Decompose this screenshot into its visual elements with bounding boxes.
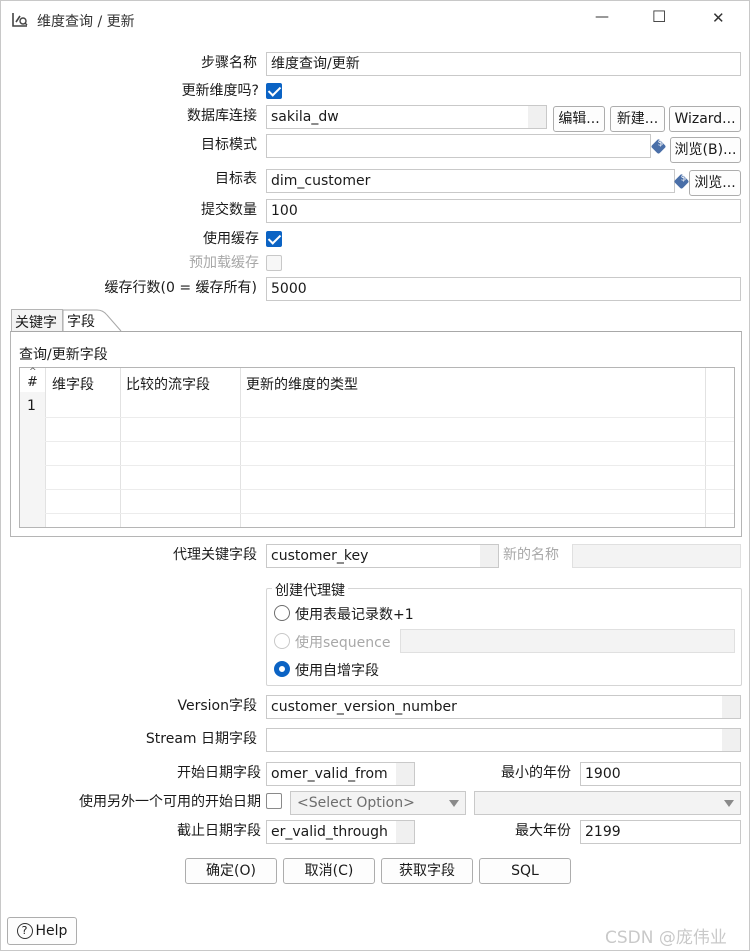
version-field-label: Version字段 — [177, 698, 257, 714]
preload-cache-label: 预加载缓存 — [189, 255, 259, 271]
target-table-label: 目标表 — [215, 171, 257, 187]
browse-schema-button[interactable]: 浏览(B)... — [670, 137, 741, 163]
update-dimension-checkbox[interactable] — [266, 83, 282, 99]
dialog-window: 维度查询 / 更新 — ☐ ✕ 步骤名称 维度查询/更新 更新维度吗? 数据库连… — [0, 0, 750, 951]
fields-table: ^ # 维字段 比较的流字段 更新的维度的类型 1 — [19, 367, 735, 528]
alt-start-date-type-value: <Select Option> — [297, 795, 415, 811]
db-connection-label: 数据库连接 — [187, 108, 257, 124]
chevron-down-icon — [724, 800, 734, 807]
start-date-value: omer_valid_from — [271, 766, 388, 782]
use-table-max-radio[interactable] — [274, 605, 290, 621]
title-bar: 维度查询 / 更新 — ☐ ✕ — [1, 1, 750, 39]
column-header-stream-field[interactable]: 比较的流字段 — [126, 374, 210, 394]
tab-fields-label: 字段 — [67, 314, 95, 330]
update-dimension-label: 更新维度吗? — [181, 83, 259, 99]
alt-start-date-checkbox[interactable] — [266, 793, 282, 809]
max-year-label: 最大年份 — [515, 823, 571, 839]
alt-start-date-field-select[interactable] — [474, 791, 741, 815]
end-date-select[interactable]: er_valid_through — [266, 820, 415, 844]
wizard-button[interactable]: Wizard... — [669, 106, 741, 132]
commit-size-label: 提交数量 — [201, 202, 257, 218]
start-date-label: 开始日期字段 — [177, 765, 261, 781]
commit-size-input[interactable]: 100 — [266, 199, 741, 223]
tab-keys[interactable]: 关键字 — [11, 309, 63, 331]
db-connection-value: sakila_dw — [271, 109, 339, 125]
db-connection-select[interactable]: sakila_dw — [266, 105, 547, 129]
version-field-select[interactable]: customer_version_number — [266, 695, 741, 719]
column-header-update-type[interactable]: 更新的维度的类型 — [246, 374, 358, 394]
use-table-max-label: 使用表最记录数+1 — [295, 607, 414, 623]
get-fields-button[interactable]: 获取字段 — [381, 858, 473, 884]
minimize-icon[interactable]: — — [595, 9, 609, 25]
version-field-value: customer_version_number — [271, 699, 457, 715]
maximize-icon[interactable]: ☐ — [652, 7, 666, 26]
start-date-select[interactable]: omer_valid_from — [266, 762, 415, 786]
new-connection-button[interactable]: 新建... — [610, 106, 665, 132]
new-name-label: 新的名称 — [503, 547, 559, 563]
close-icon[interactable]: ✕ — [712, 9, 725, 27]
target-schema-input[interactable] — [266, 134, 651, 158]
row-number: 1 — [27, 398, 36, 414]
sequence-name-input[interactable] — [400, 629, 735, 653]
help-icon: ? — [16, 923, 33, 939]
app-icon — [11, 11, 29, 29]
alt-start-date-label: 使用另外一个可用的开始日期 — [79, 794, 261, 810]
window-title: 维度查询 / 更新 — [37, 14, 135, 30]
column-header-num[interactable]: # — [27, 375, 38, 390]
column-header-dim-field[interactable]: 维字段 — [52, 374, 94, 394]
stream-date-label: Stream 日期字段 — [145, 731, 257, 747]
surrogate-key-label: 代理关键字段 — [173, 547, 257, 563]
help-button[interactable]: ? Help — [7, 917, 77, 945]
new-name-input[interactable] — [572, 544, 741, 568]
sql-button[interactable]: SQL — [479, 858, 571, 884]
create-surrogate-group-title: 创建代理键 — [272, 580, 348, 600]
use-autoincrement-label: 使用自增字段 — [295, 663, 379, 679]
use-sequence-radio[interactable] — [274, 633, 290, 649]
fields-panel-title: 查询/更新字段 — [19, 347, 108, 363]
watermark: CSDN @庞伟业 — [605, 928, 727, 948]
cache-rows-label: 缓存行数(0 = 缓存所有) — [104, 280, 257, 296]
surrogate-key-select[interactable]: customer_key — [266, 544, 499, 568]
target-table-input[interactable]: dim_customer — [266, 169, 675, 193]
preload-cache-checkbox[interactable] — [266, 255, 282, 271]
stream-date-select[interactable] — [266, 728, 741, 752]
min-year-input[interactable]: 1900 — [580, 762, 741, 786]
tab-keys-label: 关键字 — [15, 315, 57, 331]
table-header: ^ # 维字段 比较的流字段 更新的维度的类型 — [20, 367, 734, 394]
cache-rows-input[interactable]: 5000 — [266, 277, 741, 301]
variable-icon — [673, 173, 690, 190]
alt-start-date-type-select[interactable]: <Select Option> — [290, 791, 466, 815]
min-year-label: 最小的年份 — [501, 765, 571, 781]
table-row[interactable]: 1 — [20, 395, 734, 417]
step-name-label: 步骤名称 — [201, 55, 257, 71]
use-autoincrement-radio[interactable] — [274, 661, 290, 677]
edit-connection-button[interactable]: 编辑... — [553, 106, 605, 132]
use-sequence-label: 使用sequence — [295, 635, 391, 651]
end-date-value: er_valid_through — [271, 824, 388, 840]
end-date-label: 截止日期字段 — [177, 823, 261, 839]
surrogate-key-value: customer_key — [271, 548, 369, 564]
use-cache-checkbox[interactable] — [266, 231, 282, 247]
tab-fields[interactable]: 字段 — [63, 309, 123, 332]
chevron-down-icon — [449, 800, 459, 807]
step-name-input[interactable]: 维度查询/更新 — [266, 52, 741, 76]
ok-button[interactable]: 确定(O) — [185, 858, 277, 884]
help-label: Help — [35, 923, 68, 939]
target-schema-label: 目标模式 — [201, 137, 257, 153]
use-cache-label: 使用缓存 — [203, 231, 259, 247]
variable-icon — [650, 138, 667, 155]
cancel-button[interactable]: 取消(C) — [283, 858, 375, 884]
max-year-input[interactable]: 2199 — [580, 820, 741, 844]
browse-table-button[interactable]: 浏览... — [689, 170, 741, 196]
